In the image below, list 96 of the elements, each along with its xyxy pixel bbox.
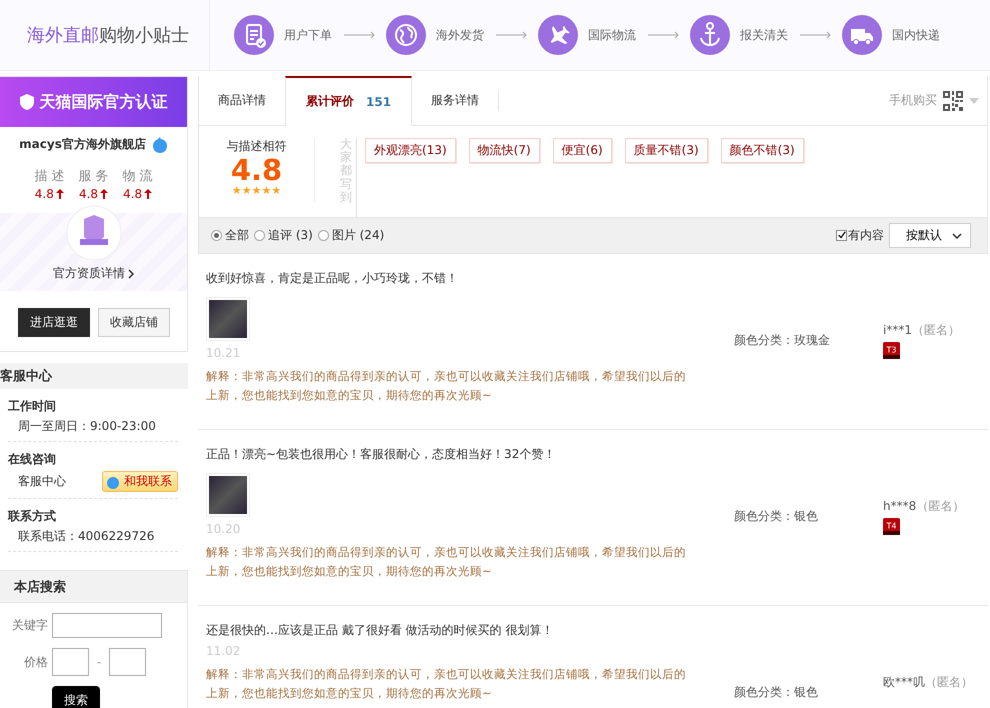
- section-heading: 工作时间: [8, 398, 57, 415]
- step-label: 报关清关: [740, 26, 788, 44]
- caret-icon[interactable]: [969, 98, 979, 104]
- tier-badge-icon: T3: [883, 342, 900, 359]
- store-name[interactable]: macys官方海外旗舰店: [19, 136, 146, 153]
- seller-reply: 解释：非常高兴我们的商品得到亲的认可，亲也可以收藏关注我们店铺哦，希望我们以后的上新，您也能找到您如意的宝贝，期待您的再次光顾~: [206, 666, 687, 702]
- checkbox-label[interactable]: 有内容: [848, 227, 884, 244]
- up-arrow-icon: [144, 189, 152, 199]
- filter-label[interactable]: 全部: [225, 227, 249, 244]
- star-icon: ★: [232, 185, 242, 196]
- step-label: 用户下单: [284, 26, 332, 44]
- customs-step-icon: [690, 15, 730, 55]
- order-step-icon: [234, 15, 274, 55]
- user-name: 欧***叽: [883, 675, 925, 689]
- arrow-icon: [800, 31, 832, 39]
- shop-search-title: 本店搜索: [14, 578, 66, 596]
- rating-value: 4.8: [123, 187, 142, 201]
- tab[interactable]: 服务详情: [412, 76, 498, 125]
- review-tag[interactable]: 便宜(6): [552, 138, 612, 163]
- price-label: 价格: [23, 654, 48, 670]
- search-button[interactable]: 搜索: [52, 686, 100, 708]
- up-arrow-icon: [56, 189, 64, 199]
- keyword-field[interactable]: [52, 613, 162, 638]
- star-icon: ★: [242, 185, 252, 196]
- delivery-step-icon: [842, 15, 882, 55]
- certification-text: 天猫国际官方认证: [40, 92, 168, 112]
- min-price-field[interactable]: [52, 648, 89, 676]
- service-title: 客服中心: [0, 368, 52, 385]
- step-label: 国际物流: [588, 26, 636, 44]
- tips-title: 海外直邮购物小贴士: [0, 0, 210, 70]
- sort-dropdown[interactable]: 按默认: [889, 223, 971, 248]
- checkbox[interactable]: [836, 230, 847, 241]
- up-arrow-icon: [100, 189, 108, 199]
- favorite-store-button[interactable]: 收藏店铺: [98, 308, 170, 337]
- filter-label[interactable]: 追评 (3): [268, 227, 313, 244]
- anonymous-tag: （匿名）: [912, 323, 960, 337]
- review-text: 还是很快的…应该是正品 戴了很好看 做活动的时候买的 很划算！: [206, 622, 554, 639]
- max-price-field[interactable]: [109, 648, 146, 676]
- seller-reply: 解释：非常高兴我们的商品得到亲的认可，亲也可以收藏关注我们店铺哦，希望我们以后的上新，您也能找到您如意的宝贝，期待您的再次光顾~: [206, 544, 687, 580]
- star-icon: ★: [252, 185, 262, 196]
- qualification-link[interactable]: 官方资质详情: [53, 265, 134, 282]
- review-tag[interactable]: 外观漂亮(13): [365, 138, 456, 163]
- rating-label: 服 务: [78, 168, 109, 185]
- chevron-right-icon[interactable]: [128, 268, 134, 278]
- review-text: 正品！漂亮~包装也很用心！客服很耐心，态度相当好！32个赞！: [206, 446, 556, 463]
- color-spec: 颜色分类：银色: [734, 684, 819, 701]
- section-text: 周一至周日：9:00-23:00: [18, 418, 156, 435]
- section-text: 联系电话：4006229726: [18, 528, 154, 545]
- step-label: 国内快递: [892, 26, 940, 44]
- photo-placeholder[interactable]: [206, 297, 250, 341]
- rating-value: 4.8: [78, 187, 98, 201]
- price-separator: -: [97, 655, 102, 669]
- photo-placeholder[interactable]: [206, 473, 250, 517]
- review-tag[interactable]: 质量不错(3): [624, 138, 708, 163]
- rating-label: 物 流: [122, 168, 153, 185]
- filter-label[interactable]: 图片 (24): [332, 227, 384, 244]
- section-text: 客服中心: [18, 473, 66, 490]
- chat-icon[interactable]: [105, 474, 121, 488]
- rating-value: 4.8: [34, 187, 54, 201]
- radio-button[interactable]: [254, 230, 265, 241]
- arrow-icon: [496, 31, 528, 39]
- review-tag[interactable]: 颜色不错(3): [720, 138, 804, 163]
- radio-button[interactable]: [211, 230, 222, 241]
- rating-label: 描 述: [34, 168, 64, 185]
- star-icon: ★: [261, 185, 272, 196]
- review-tag[interactable]: 物流快(7): [468, 138, 540, 163]
- keyword-label: 关键字: [11, 617, 48, 634]
- tab[interactable]: 商品详情: [199, 76, 285, 125]
- enter-store-button[interactable]: 进店逛逛: [18, 308, 90, 337]
- store-badge-icon: [66, 205, 122, 261]
- chat-icon[interactable]: [152, 136, 168, 152]
- user-name: i***1: [883, 323, 912, 337]
- contact-button[interactable]: 和我联系: [102, 471, 178, 492]
- color-spec: 颜色分类：银色: [734, 508, 819, 525]
- score-label: 与描述相符: [226, 138, 286, 155]
- color-spec: 颜色分类：玫瑰金: [734, 332, 831, 349]
- arrow-icon: [344, 31, 376, 39]
- section-heading: 在线咨询: [8, 451, 57, 468]
- radio-button[interactable]: [318, 230, 329, 241]
- step-label: 海外发货: [436, 26, 484, 44]
- qr-code-icon[interactable]: [943, 90, 963, 110]
- chevron-down-icon[interactable]: [952, 232, 962, 238]
- anonymous-tag: （匿名）: [916, 499, 964, 513]
- tier-badge-icon: T4: [883, 518, 900, 535]
- score-value: 4.8: [230, 155, 282, 185]
- seller-reply: 解释：非常高兴我们的商品得到亲的认可，亲也可以收藏关注我们店铺哦，希望我们以后的上新，您也能找到您如意的宝贝，期待您的再次光顾~: [206, 368, 687, 404]
- arrow-icon: [648, 31, 680, 39]
- section-heading: 联系方式: [8, 508, 57, 525]
- tab[interactable]: 累计评价 151: [285, 76, 412, 126]
- shield-icon: [20, 94, 34, 110]
- anonymous-tag: （匿名）: [925, 675, 973, 689]
- user-name: h***8: [883, 499, 916, 513]
- star-icon: ★: [271, 185, 282, 196]
- review-text: 收到好惊喜，肯定是正品呢，小巧玲珑，不错！: [206, 270, 459, 287]
- flight-step-icon: [538, 15, 578, 55]
- ship-step-icon: [386, 15, 426, 55]
